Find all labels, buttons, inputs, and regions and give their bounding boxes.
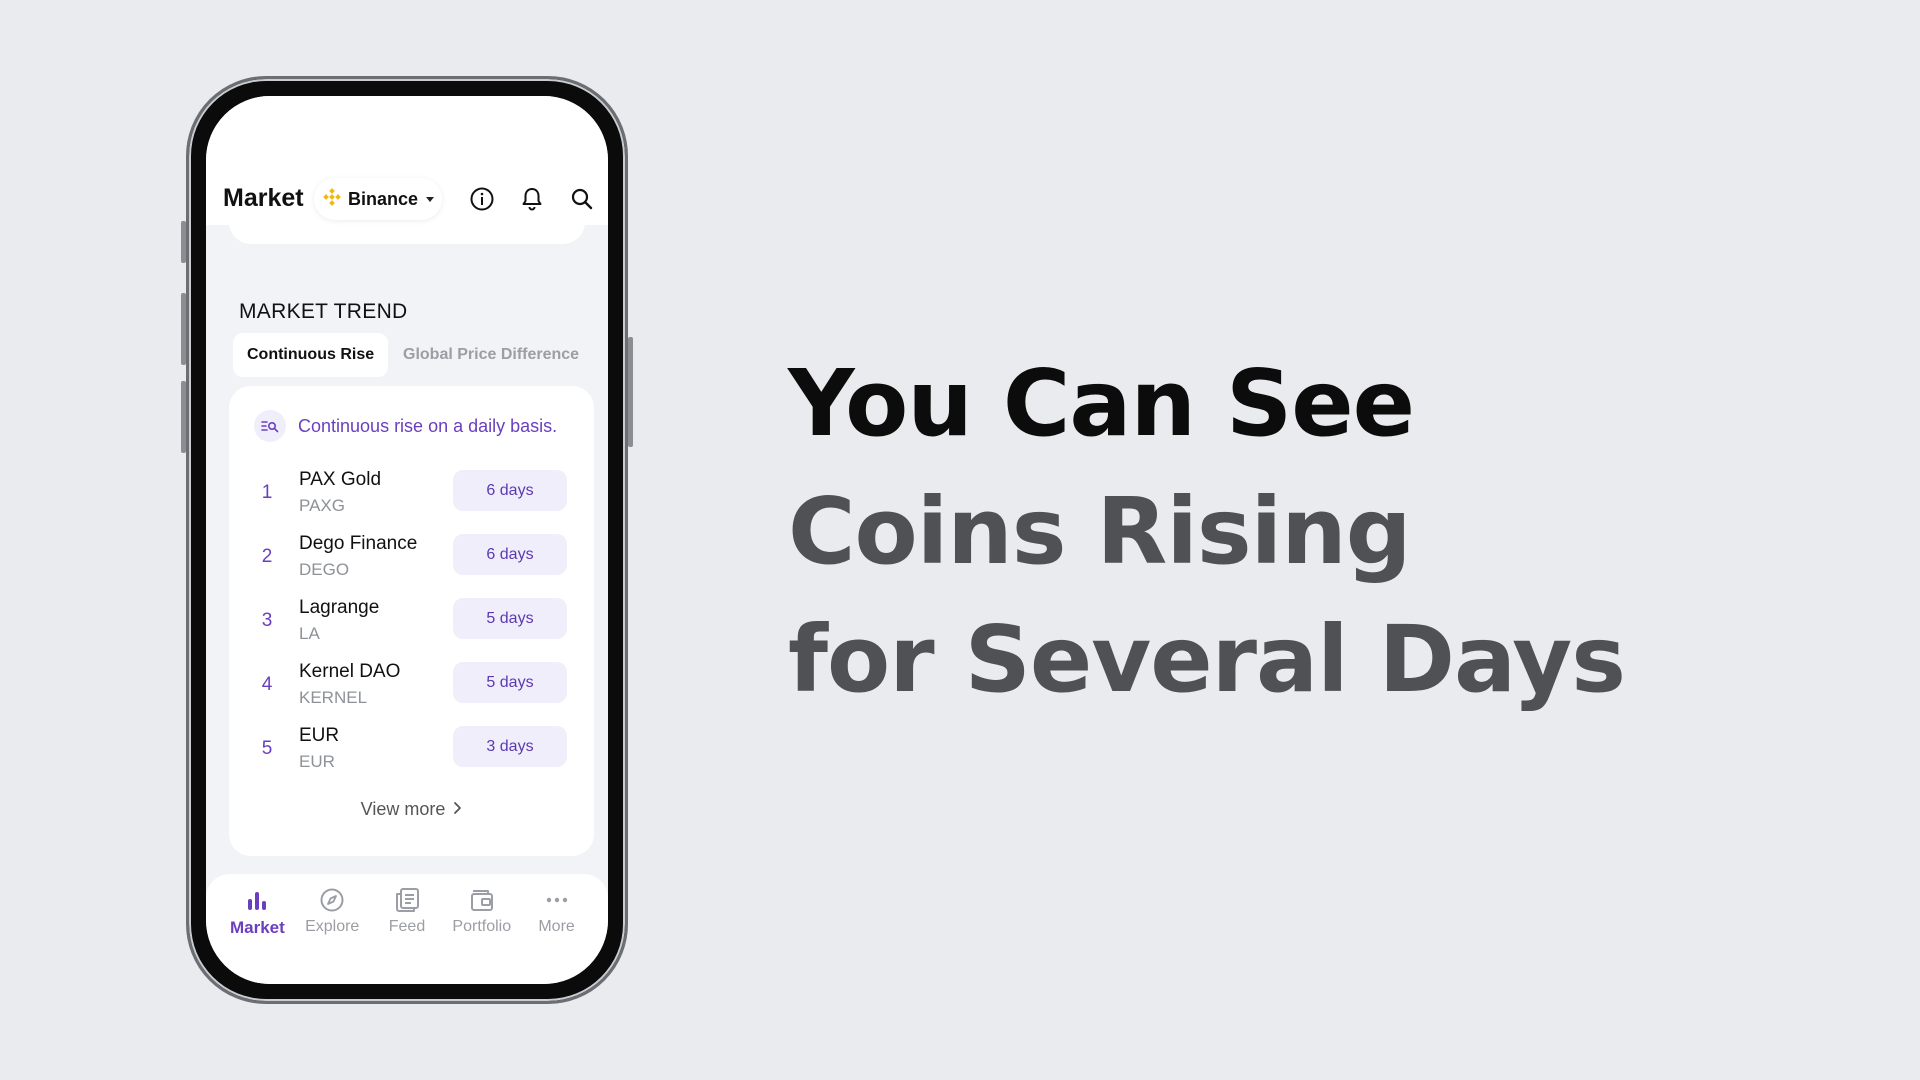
compass-icon xyxy=(318,886,346,914)
coin-name: Lagrange xyxy=(299,597,380,618)
days-badge[interactable]: 5 days xyxy=(453,598,567,639)
more-dots-icon xyxy=(543,886,571,914)
coin-symbol: DEGO xyxy=(299,560,350,579)
coin-rank: 5 xyxy=(261,738,273,759)
coin-name: Kernel DAO xyxy=(299,661,401,682)
chevron-down-icon xyxy=(426,196,435,202)
trend-card: Continuous rise on a daily basis. 1 PAX … xyxy=(229,386,594,856)
view-more-link[interactable]: View more xyxy=(229,799,594,820)
coin-rank: 1 xyxy=(261,482,273,503)
info-icon[interactable] xyxy=(468,185,496,213)
mute-switch xyxy=(181,221,186,263)
nav-explore[interactable]: Explore xyxy=(297,882,367,984)
coin-symbol: PAXG xyxy=(299,496,345,515)
coin-rank: 4 xyxy=(261,674,273,695)
section-title: MARKET TREND xyxy=(239,300,408,323)
phone-screen: Market Binance MARKET TREND Continuous R… xyxy=(206,96,608,984)
coin-symbol: EUR xyxy=(299,752,335,771)
power-button xyxy=(628,337,633,447)
bar-chart-icon xyxy=(243,886,271,914)
phone-frame: Market Binance MARKET TREND Continuous R… xyxy=(181,76,633,1004)
nav-portfolio[interactable]: Portfolio xyxy=(447,882,517,984)
nav-label: More xyxy=(538,918,575,935)
nav-label: Feed xyxy=(388,918,426,935)
search-icon[interactable] xyxy=(568,185,596,213)
page-title: Market xyxy=(223,184,304,212)
nav-label: Explore xyxy=(305,918,360,935)
volume-up-button xyxy=(181,293,186,365)
nav-label: Portfolio xyxy=(452,918,512,935)
coin-symbol: KERNEL xyxy=(299,688,368,707)
hint-row: Continuous rise on a daily basis. xyxy=(254,410,557,442)
coin-name: EUR xyxy=(299,725,340,746)
coin-rank: 2 xyxy=(261,546,273,567)
headline: You Can See Coins Rising for Several Day… xyxy=(788,340,1626,724)
days-badge[interactable]: 6 days xyxy=(453,534,567,575)
binance-logo-icon xyxy=(323,187,341,211)
volume-down-button xyxy=(181,381,186,453)
days-badge[interactable]: 3 days xyxy=(453,726,567,767)
list-search-icon xyxy=(254,410,286,442)
exchange-name: Binance xyxy=(348,188,419,209)
view-more-label: View more xyxy=(360,799,446,819)
bottom-nav: Market Explore Feed Portfolio More xyxy=(206,874,608,984)
bell-icon[interactable] xyxy=(518,185,546,213)
coin-name: PAX Gold xyxy=(299,469,382,490)
chevron-right-icon xyxy=(453,799,462,820)
wallet-icon xyxy=(468,886,496,914)
days-badge[interactable]: 5 days xyxy=(453,662,567,703)
headline-line-3: for Several Days xyxy=(788,606,1626,713)
exchange-selector[interactable]: Binance xyxy=(314,178,442,220)
coin-rank: 3 xyxy=(261,610,273,631)
coin-symbol: LA xyxy=(299,624,320,643)
tab-continuous-rise[interactable]: Continuous Rise xyxy=(233,333,389,377)
app-header: Market Binance xyxy=(206,96,608,225)
headline-line-2: Coins Rising xyxy=(788,478,1412,585)
tab-global-price-difference[interactable]: Global Price Difference xyxy=(389,333,593,377)
days-badge[interactable]: 6 days xyxy=(453,470,567,511)
coin-row[interactable]: 2 Dego Finance DEGO 6 days xyxy=(229,532,594,588)
coin-row[interactable]: 1 PAX Gold PAXG 6 days xyxy=(229,468,594,524)
coin-name: Dego Finance xyxy=(299,533,418,554)
nav-label: Market xyxy=(229,918,285,937)
coin-row[interactable]: 3 Lagrange LA 5 days xyxy=(229,596,594,652)
coin-row[interactable]: 4 Kernel DAO KERNEL 5 days xyxy=(229,660,594,716)
hint-text: Continuous rise on a daily basis. xyxy=(298,415,558,436)
nav-feed[interactable]: Feed xyxy=(372,882,442,984)
headline-line-1: You Can See xyxy=(788,350,1415,457)
nav-more[interactable]: More xyxy=(522,882,592,984)
coin-row[interactable]: 5 EUR EUR 3 days xyxy=(229,724,594,780)
nav-market[interactable]: Market xyxy=(222,882,292,984)
news-icon xyxy=(393,886,421,914)
